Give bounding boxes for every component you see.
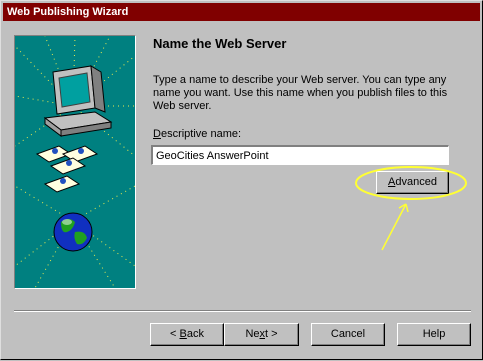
back-label: ack <box>186 328 204 340</box>
next-button[interactable]: Next > <box>224 323 299 346</box>
page-heading: Name the Web Server <box>153 36 287 51</box>
descriptive-name-label: Descriptive name: <box>153 128 241 140</box>
documents-icon <box>35 145 99 193</box>
label-accelerator: D <box>153 128 161 140</box>
advanced-label: dvanced <box>395 176 437 188</box>
advanced-button[interactable]: Advanced <box>376 171 449 194</box>
back-button[interactable]: < Back <box>150 323 224 346</box>
globe-icon <box>53 212 93 252</box>
computer-icon <box>43 65 113 137</box>
highlight-arrow-shaft <box>381 203 407 251</box>
cancel-button[interactable]: Cancel <box>311 323 385 346</box>
illustration-graphic <box>15 36 135 288</box>
bottom-separator <box>14 310 471 312</box>
wizard-illustration <box>14 35 136 289</box>
label-text: escriptive name: <box>160 128 242 140</box>
help-button[interactable]: Help <box>397 323 471 346</box>
highlight-arrowhead-left <box>398 203 407 209</box>
descriptive-name-input[interactable]: GeoCities AnswerPoint <box>151 145 449 165</box>
back-prefix: < <box>170 328 180 340</box>
title-bar: Web Publishing Wizard <box>3 3 480 21</box>
highlight-arrowhead-right <box>405 203 409 213</box>
next-label: t > <box>265 328 278 340</box>
wizard-window: Web Publishing Wizard Name the Web Serve… <box>0 0 483 360</box>
page-description: Type a name to describe your Web server.… <box>153 74 448 112</box>
next-prefix: Ne <box>245 328 260 340</box>
back-accelerator: B <box>179 328 187 340</box>
